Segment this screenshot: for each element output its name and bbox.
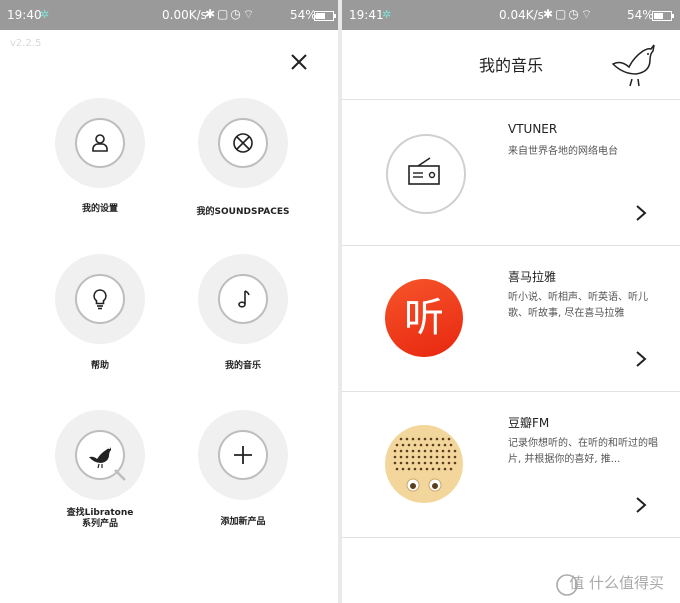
menu-add-product[interactable]: 添加新产品	[198, 410, 288, 530]
menu-label: 我的设置	[81, 204, 118, 214]
battery-percent: 54%	[290, 8, 317, 22]
service-row-ximalaya[interactable]: 听 喜马拉雅 听小说、听相声、听英语、听儿歌、听故事, 尽在喜马拉雅	[342, 246, 680, 391]
battery-icon	[314, 11, 336, 21]
service-desc: 来自世界各地的网络电台	[508, 146, 618, 157]
battery-icon	[652, 11, 674, 21]
chevron-right-icon[interactable]	[634, 204, 648, 222]
menu-my-music[interactable]: 我的音乐	[198, 254, 288, 374]
left-screen: 19:40 ✲ 0.00K/s ✱▢◷⌔ 54% v2.2.5 我的设置 我的S…	[0, 0, 338, 603]
status-time: 19:40	[7, 8, 42, 22]
menu-label: 帮助	[90, 361, 109, 371]
soundspaces-icon	[233, 133, 253, 153]
status-bar: 19:41 ✲ 0.04K/s ✱▢◷⌔ 54%	[342, 0, 680, 30]
user-icon	[92, 134, 108, 152]
network-speed: 0.04K/s	[499, 8, 544, 22]
search-handle-icon	[114, 469, 126, 481]
menu-label: 添加新产品	[220, 517, 266, 527]
notification-icon: ✲	[40, 8, 50, 21]
chevron-right-icon[interactable]	[634, 350, 648, 368]
menu-soundspaces[interactable]: 我的SOUNDSPACES	[197, 98, 289, 218]
close-icon[interactable]	[289, 52, 309, 72]
network-speed: 0.00K/s	[162, 8, 207, 22]
service-row-doubanfm[interactable]: 豆瓣FM 记录你想听的、在听的和听过的唱片, 并根据你的喜好, 推...	[342, 392, 680, 537]
menu-help[interactable]: 帮助	[55, 254, 145, 374]
status-time: 19:41	[349, 8, 384, 22]
watermark: 值 什么值得买	[569, 574, 664, 592]
radio-icon	[408, 157, 440, 185]
chevron-right-icon[interactable]	[634, 496, 648, 514]
lightbulb-icon	[93, 289, 107, 310]
plus-icon	[234, 446, 252, 464]
service-desc: 记录你想听的、在听的和听过的唱片, 并根据你的喜好, 推...	[508, 438, 658, 465]
battery-percent: 54%	[627, 8, 654, 22]
menu-find-libratone[interactable]: 查找Libratone 系列产品	[55, 410, 145, 535]
menu-label: 我的音乐	[224, 361, 261, 371]
libratone-bird-icon[interactable]	[610, 42, 658, 88]
menu-label: 查找Libratone 系列产品	[35, 508, 165, 530]
service-name: 豆瓣FM	[508, 416, 550, 430]
version-label: v2.2.5	[10, 38, 42, 49]
system-icons: ✱▢◷⌔	[205, 7, 257, 21]
divider	[342, 537, 680, 538]
menu-label: 我的SOUNDSPACES	[196, 207, 290, 217]
ximalaya-logo-text: 听	[404, 295, 444, 341]
menu-label-line2: 系列产品	[81, 519, 118, 529]
bird-icon	[89, 447, 111, 469]
doubanfm-logo	[385, 425, 463, 503]
menu-settings[interactable]: 我的设置	[55, 98, 145, 218]
service-row-vtuner[interactable]: VTUNER 来自世界各地的网络电台	[342, 100, 680, 245]
service-name: VTUNER	[508, 122, 558, 136]
music-note-icon	[238, 290, 250, 308]
status-bar: 19:40 ✲ 0.00K/s ✱▢◷⌔ 54%	[0, 0, 338, 30]
service-name: 喜马拉雅	[508, 270, 557, 284]
notification-icon: ✲	[382, 8, 392, 21]
service-desc: 听小说、听相声、听英语、听儿歌、听故事, 尽在喜马拉雅	[508, 292, 648, 319]
system-icons: ✱▢◷⌔	[543, 7, 595, 21]
menu-label-line1: 查找Libratone	[66, 508, 134, 518]
right-screen: 19:41 ✲ 0.04K/s ✱▢◷⌔ 54% 我的音乐 VTUNER 来自世…	[342, 0, 680, 603]
